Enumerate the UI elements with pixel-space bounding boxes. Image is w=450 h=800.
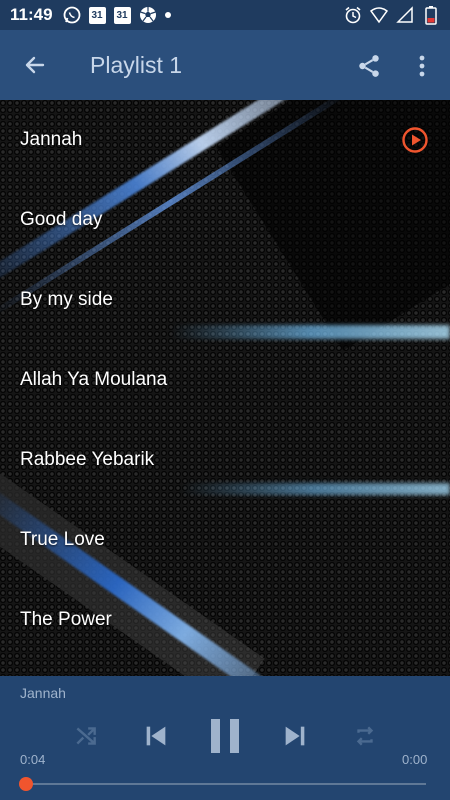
soccer-ball-icon bbox=[139, 6, 157, 24]
repeat-button[interactable] bbox=[349, 720, 381, 752]
song-item[interactable]: Allah Ya Moulana bbox=[0, 340, 450, 420]
share-button[interactable] bbox=[346, 43, 392, 89]
page-title: Playlist 1 bbox=[90, 51, 183, 78]
pause-button[interactable] bbox=[205, 716, 245, 756]
song-title: Rabbee Yebarik bbox=[20, 449, 155, 470]
song-item[interactable]: Good day bbox=[0, 180, 450, 260]
song-title: The Power bbox=[20, 609, 112, 630]
play-circle-icon[interactable] bbox=[401, 126, 429, 154]
song-title: True Love bbox=[20, 529, 105, 550]
notification-dot-icon bbox=[164, 12, 171, 18]
elapsed-time: 0:04 bbox=[20, 752, 46, 767]
song-item[interactable]: Rabbee Yebarik bbox=[0, 420, 450, 500]
total-time: 0:00 bbox=[402, 752, 428, 767]
status-bar: 11:49 31 31 bbox=[0, 0, 450, 30]
whatsapp-icon bbox=[63, 6, 81, 24]
shuffle-icon bbox=[76, 727, 96, 745]
signal-icon bbox=[396, 6, 414, 24]
app-bar: Playlist 1 bbox=[0, 30, 450, 100]
pause-icon bbox=[211, 719, 239, 753]
song-title: Allah Ya Moulana bbox=[20, 369, 168, 390]
calendar-icon: 31 bbox=[113, 6, 131, 24]
skip-next-icon bbox=[285, 726, 305, 746]
shuffle-button[interactable] bbox=[70, 720, 102, 752]
battery-icon bbox=[422, 6, 440, 25]
seek-thumb[interactable] bbox=[19, 777, 33, 791]
seek-bar[interactable] bbox=[19, 777, 426, 791]
more-options-button[interactable] bbox=[402, 43, 442, 89]
song-list: Jannah Good day By my side Allah Ya Moul… bbox=[0, 100, 450, 660]
song-title: Jannah bbox=[20, 129, 83, 150]
song-item[interactable]: Jannah bbox=[0, 100, 450, 180]
playlist-area: Jannah Good day By my side Allah Ya Moul… bbox=[0, 100, 450, 676]
share-icon bbox=[359, 55, 379, 77]
more-vertical-icon bbox=[419, 55, 425, 77]
song-item[interactable]: The Power bbox=[0, 580, 450, 660]
song-item[interactable]: By my side bbox=[0, 260, 450, 340]
now-playing-title: Jannah bbox=[20, 685, 66, 701]
song-title: By my side bbox=[20, 289, 113, 310]
next-button[interactable] bbox=[278, 718, 312, 754]
status-time: 11:49 bbox=[10, 5, 53, 24]
song-title: Good day bbox=[20, 209, 103, 230]
song-item[interactable]: True Love bbox=[0, 500, 450, 580]
arrow-left-icon bbox=[25, 56, 45, 74]
repeat-icon bbox=[356, 726, 374, 746]
skip-previous-icon bbox=[146, 726, 166, 746]
alarm-icon bbox=[344, 6, 362, 24]
previous-button[interactable] bbox=[139, 718, 173, 754]
back-button[interactable] bbox=[0, 30, 70, 100]
wifi-icon bbox=[370, 6, 388, 24]
calendar-icon: 31 bbox=[88, 6, 106, 24]
player-bar: Jannah 0:04 0:00 bbox=[0, 676, 450, 800]
